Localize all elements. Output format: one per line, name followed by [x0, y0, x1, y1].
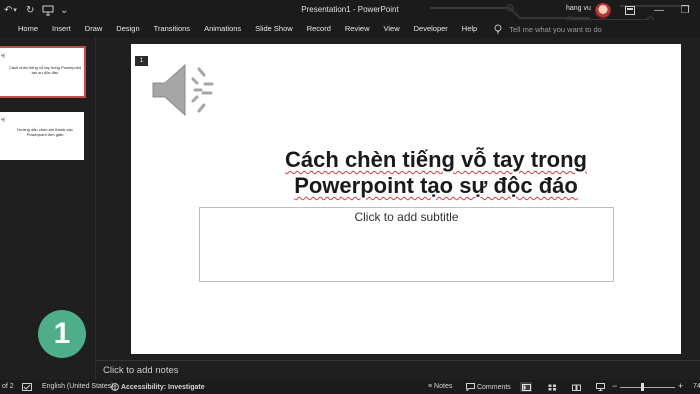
tab-developer[interactable]: Developer	[407, 20, 455, 38]
normal-view-icon	[521, 383, 531, 391]
zoom-slider-handle[interactable]	[641, 383, 644, 391]
subtitle-placeholder[interactable]: Click to add subtitle	[199, 207, 614, 282]
reading-view-icon	[571, 384, 581, 391]
tab-animations[interactable]: Animations	[197, 20, 248, 38]
tab-view[interactable]: View	[376, 20, 406, 38]
tab-home[interactable]: Home	[0, 20, 45, 38]
tab-slide-show[interactable]: Slide Show	[248, 20, 300, 38]
slide-sorter-icon	[548, 384, 556, 390]
tab-transitions[interactable]: Transitions	[147, 20, 197, 38]
notes-toggle-button[interactable]: ≡ Notes	[428, 383, 452, 390]
slide-count: of 2	[2, 383, 14, 390]
zoom-in-button[interactable]: +	[678, 381, 683, 391]
minimize-button[interactable]: —	[652, 3, 666, 17]
slide-thumbnail-pane: Cách chèn tiếng vỗ tay trong Powerpoint …	[0, 38, 96, 380]
minimize-icon: —	[654, 4, 664, 16]
notes-pane[interactable]: Click to add notes	[96, 360, 700, 380]
user-name[interactable]: hang vu	[566, 5, 591, 12]
title-bar: ↶ ▾ ↻ ⌄ Presentation1 - PowerPoint hang …	[0, 0, 700, 31]
slide-title[interactable]: Cách chèn tiếng vỗ tay trong Powerpoint …	[191, 147, 681, 199]
subtitle-placeholder-text: Click to add subtitle	[354, 210, 459, 224]
accessibility-icon	[111, 383, 119, 391]
tab-review[interactable]: Review	[338, 20, 377, 38]
comments-label: Comments	[476, 383, 511, 391]
thumbnail-text: Hướng dẫn chèn âm thanh vào Powerpoint đ…	[17, 127, 73, 138]
accessibility-button[interactable]: Accessibility: Investigate	[111, 383, 205, 391]
comment-icon	[466, 383, 475, 391]
zoom-slider-track[interactable]	[620, 387, 675, 388]
slide-title-line-1: Cách chèn tiếng vỗ tay trong	[285, 147, 587, 172]
tell-me-placeholder: Tell me what you want to do	[509, 24, 602, 34]
slide-show-icon	[595, 383, 605, 391]
notes-icon: ≡	[428, 383, 433, 390]
work-area: Cách chèn tiếng vỗ tay trong Powerpoint …	[0, 38, 700, 380]
tab-draw[interactable]: Draw	[78, 20, 110, 38]
avatar[interactable]	[595, 3, 611, 19]
restore-icon: ❐	[680, 4, 690, 16]
slide-show-view-button[interactable]	[594, 382, 606, 392]
language-indicator[interactable]: English (United States)	[42, 383, 114, 390]
zoom-out-button[interactable]: −	[612, 381, 617, 391]
audio-speaker-icon[interactable]	[149, 59, 219, 121]
reading-view-button[interactable]	[570, 382, 582, 392]
tell-me-search[interactable]: Tell me what you want to do	[494, 24, 602, 34]
speaker-icon	[1, 116, 5, 123]
ribbon-display-options-button[interactable]	[623, 3, 637, 17]
ribbon-display-icon	[625, 5, 635, 15]
animation-order-tag[interactable]: 1	[135, 56, 148, 66]
accessibility-label: Accessibility: Investigate	[120, 383, 205, 391]
thumbnail-text: Cách chèn tiếng vỗ tay trong Powerpoint …	[8, 65, 82, 76]
slide-thumbnail-1[interactable]: Cách chèn tiếng vỗ tay trong Powerpoint …	[0, 46, 86, 98]
status-bar: of 2 English (United States) Accessibili…	[0, 380, 700, 394]
tab-record[interactable]: Record	[300, 20, 338, 38]
speaker-icon	[1, 52, 5, 59]
tab-insert[interactable]: Insert	[45, 20, 78, 38]
spell-check-icon[interactable]	[22, 383, 32, 391]
ribbon-tabs: Home Insert Draw Design Transitions Anim…	[0, 20, 700, 38]
notes-placeholder: Click to add notes	[103, 365, 179, 376]
lightbulb-icon	[494, 24, 502, 34]
notes-label: Notes	[434, 383, 453, 390]
slide-title-line-2: Powerpoint tạo sự độc đáo	[294, 173, 578, 198]
slide-canvas[interactable]: 1 Cách chèn tiếng vỗ tay trong Powerpoin…	[131, 44, 681, 354]
slide-sorter-view-button[interactable]	[546, 382, 558, 392]
step-number-badge: 1	[38, 310, 86, 358]
restore-button[interactable]: ❐	[678, 3, 692, 17]
normal-view-button[interactable]	[520, 382, 532, 392]
tab-design[interactable]: Design	[109, 20, 146, 38]
comments-button[interactable]: Comments	[466, 383, 511, 391]
slide-thumbnail-2[interactable]: Hướng dẫn chèn âm thanh vào Powerpoint đ…	[0, 112, 84, 160]
zoom-level[interactable]: 74	[693, 383, 700, 390]
tab-help[interactable]: Help	[455, 20, 484, 38]
